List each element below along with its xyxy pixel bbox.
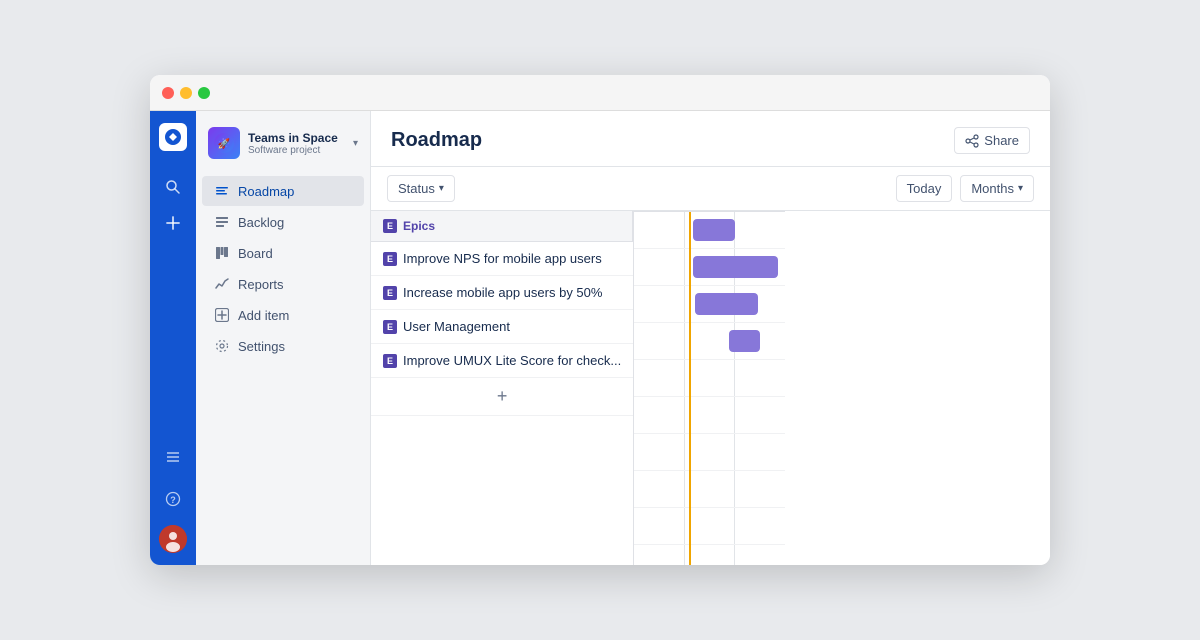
epic-bar-row-3 [634, 286, 785, 323]
board-icon [214, 245, 230, 261]
toolbar: Status ▾ Today Months ▾ [371, 167, 1050, 211]
epic-header-icon: E [383, 219, 397, 233]
epic-label: Improve NPS for mobile app users [403, 251, 602, 266]
epic-bar-row-4 [634, 323, 785, 360]
main-content: Roadmap Share Status [371, 111, 1050, 565]
sidebar-item-settings-label: Settings [238, 339, 285, 354]
sidebar-item-add-item[interactable]: Add item [202, 300, 364, 330]
epic-bar-4[interactable] [729, 330, 759, 352]
epic-bar-row-2 [634, 249, 785, 286]
status-filter-button[interactable]: Status ▾ [387, 175, 455, 202]
toolbar-left: Status ▾ [387, 175, 455, 202]
share-button[interactable]: Share [954, 127, 1030, 154]
status-filter-chevron-icon: ▾ [439, 183, 444, 194]
svg-text:🚀: 🚀 [218, 137, 231, 150]
reports-icon [214, 276, 230, 292]
create-nav-icon[interactable] [157, 207, 189, 239]
empty-row-3 [634, 471, 785, 508]
hamburger-nav-icon[interactable] [157, 441, 189, 473]
sidebar-item-board-label: Board [238, 246, 273, 261]
svg-text:?: ? [170, 495, 176, 505]
today-line [689, 212, 691, 565]
sidebar-item-roadmap[interactable]: Roadmap [202, 176, 364, 206]
epic-label: User Management [403, 319, 510, 334]
epic-icon: E [383, 286, 397, 300]
epic-bar-3[interactable] [695, 293, 758, 315]
user-avatar[interactable] [159, 525, 187, 553]
epic-bar-row-1 [634, 212, 785, 249]
months-button[interactable]: Months ▾ [960, 175, 1034, 202]
nav-bottom: ? [157, 441, 189, 553]
sidebar-item-settings[interactable]: Settings [202, 331, 364, 361]
nav-rail: ? [150, 111, 196, 565]
bars-container [634, 212, 785, 565]
list-item[interactable]: E Increase mobile app users by 50% [371, 276, 633, 310]
app-body: ? [150, 111, 1050, 565]
sidebar-item-roadmap-label: Roadmap [238, 184, 294, 199]
sidebar-nav: Roadmap Backlog [196, 175, 370, 565]
sidebar-item-add-item-label: Add item [238, 308, 289, 323]
sidebar-item-backlog[interactable]: Backlog [202, 207, 364, 237]
months-chevron-icon: ▾ [1018, 183, 1023, 194]
project-name: Teams in Space [248, 131, 345, 145]
months-label: Months [971, 181, 1014, 196]
project-chevron-icon: ▾ [353, 138, 358, 149]
add-item-icon [214, 307, 230, 323]
epics-empty-area [371, 416, 633, 565]
epic-label: Improve UMUX Lite Score for check... [403, 353, 621, 368]
epics-header-label: Epics [403, 219, 435, 233]
nav-logo[interactable] [159, 123, 187, 151]
epics-column-header: E Epics [371, 211, 633, 242]
empty-row-2 [634, 434, 785, 471]
epic-icon: E [383, 354, 397, 368]
epics-column: E Epics E Improve NPS for mobile app use… [371, 211, 634, 565]
minimize-button[interactable] [180, 87, 192, 99]
empty-row-4 [634, 508, 785, 545]
timeline-column: NOV DEC JAN [634, 211, 785, 565]
main-header: Roadmap Share [371, 111, 1050, 167]
timeline-bars-area [634, 212, 785, 565]
today-button[interactable]: Today [896, 175, 953, 202]
sidebar-item-board[interactable]: Board [202, 238, 364, 268]
sidebar-item-reports-label: Reports [238, 277, 284, 292]
settings-icon [214, 338, 230, 354]
title-bar [150, 75, 1050, 111]
maximize-button[interactable] [198, 87, 210, 99]
list-item[interactable]: E Improve UMUX Lite Score for check... [371, 344, 633, 378]
empty-row-1 [634, 397, 785, 434]
backlog-icon [214, 214, 230, 230]
empty-row-5 [634, 545, 785, 565]
traffic-lights [162, 87, 210, 99]
roadmap-icon [214, 183, 230, 199]
project-selector[interactable]: 🚀 Teams in Space Software project ▾ [196, 119, 370, 167]
page-title: Roadmap [391, 129, 482, 152]
help-nav-icon[interactable]: ? [157, 483, 189, 515]
add-epic-icon: + [497, 386, 508, 407]
project-type: Software project [248, 145, 345, 156]
epic-bar-2[interactable] [693, 256, 778, 278]
project-info: Teams in Space Software project [248, 131, 345, 156]
list-item[interactable]: E User Management [371, 310, 633, 344]
list-item[interactable]: E Improve NPS for mobile app users [371, 242, 633, 276]
project-icon: 🚀 [208, 127, 240, 159]
sidebar-item-backlog-label: Backlog [238, 215, 284, 230]
epic-bar-1[interactable] [693, 219, 735, 241]
add-epic-button[interactable]: + [371, 378, 633, 416]
share-label: Share [984, 133, 1019, 148]
roadmap-area: E Epics E Improve NPS for mobile app use… [371, 211, 1050, 565]
close-button[interactable] [162, 87, 174, 99]
search-nav-icon[interactable] [157, 171, 189, 203]
status-filter-label: Status [398, 181, 435, 196]
epic-icon: E [383, 320, 397, 334]
sidebar-item-reports[interactable]: Reports [202, 269, 364, 299]
epic-label: Increase mobile app users by 50% [403, 285, 602, 300]
sidebar: 🚀 Teams in Space Software project ▾ [196, 111, 371, 565]
add-row [634, 360, 785, 397]
toolbar-right: Today Months ▾ [896, 175, 1034, 202]
epic-icon: E [383, 252, 397, 266]
app-window: ? [150, 75, 1050, 565]
